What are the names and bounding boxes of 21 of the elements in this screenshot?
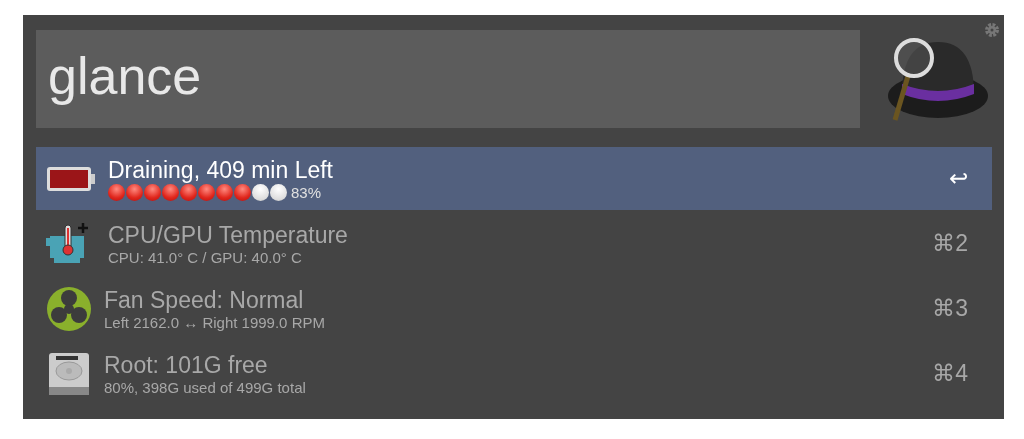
result-subtitle: CPU: 41.0° C / GPU: 40.0° C bbox=[108, 248, 303, 266]
result-row[interactable]: Draining, 409 min Left 83% ↩ bbox=[36, 147, 992, 210]
result-title: Draining, 409 min Left bbox=[108, 156, 334, 184]
hard-drive-icon bbox=[46, 350, 92, 397]
result-row[interactable]: Root: 101G free 80%, 398G used of 499G total ⌘4 bbox=[36, 342, 992, 405]
result-row[interactable]: CPU/GPU Temperature CPU: 41.0° C / GPU: 40.0° C ⌘2 bbox=[36, 212, 992, 275]
result-title: Fan Speed: Normal bbox=[104, 286, 305, 314]
search-field[interactable]: glance bbox=[36, 30, 860, 128]
shortcut-label: ⌘2 bbox=[932, 230, 968, 257]
shortcut-label: ⌘3 bbox=[932, 295, 968, 322]
fan-icon bbox=[46, 285, 92, 332]
result-subtitle: Left 2162.0 ↔ Right 1999.0 RPM bbox=[104, 313, 326, 331]
result-title: CPU/GPU Temperature bbox=[108, 221, 349, 249]
settings-icon[interactable] bbox=[984, 22, 1000, 38]
result-row[interactable]: Fan Speed: Normal Left 2162.0 ↔ Right 1999.0 RPM ⌘3 bbox=[36, 277, 992, 340]
result-subtitle: 80%, 398G used of 499G total bbox=[104, 378, 307, 396]
result-title: Root: 101G free bbox=[104, 351, 269, 379]
battery-icon bbox=[46, 164, 96, 193]
shortcut-label: ⌘4 bbox=[932, 360, 968, 387]
shortcut-label: ↩ bbox=[949, 165, 968, 192]
result-subtitle: 83% bbox=[291, 183, 322, 201]
